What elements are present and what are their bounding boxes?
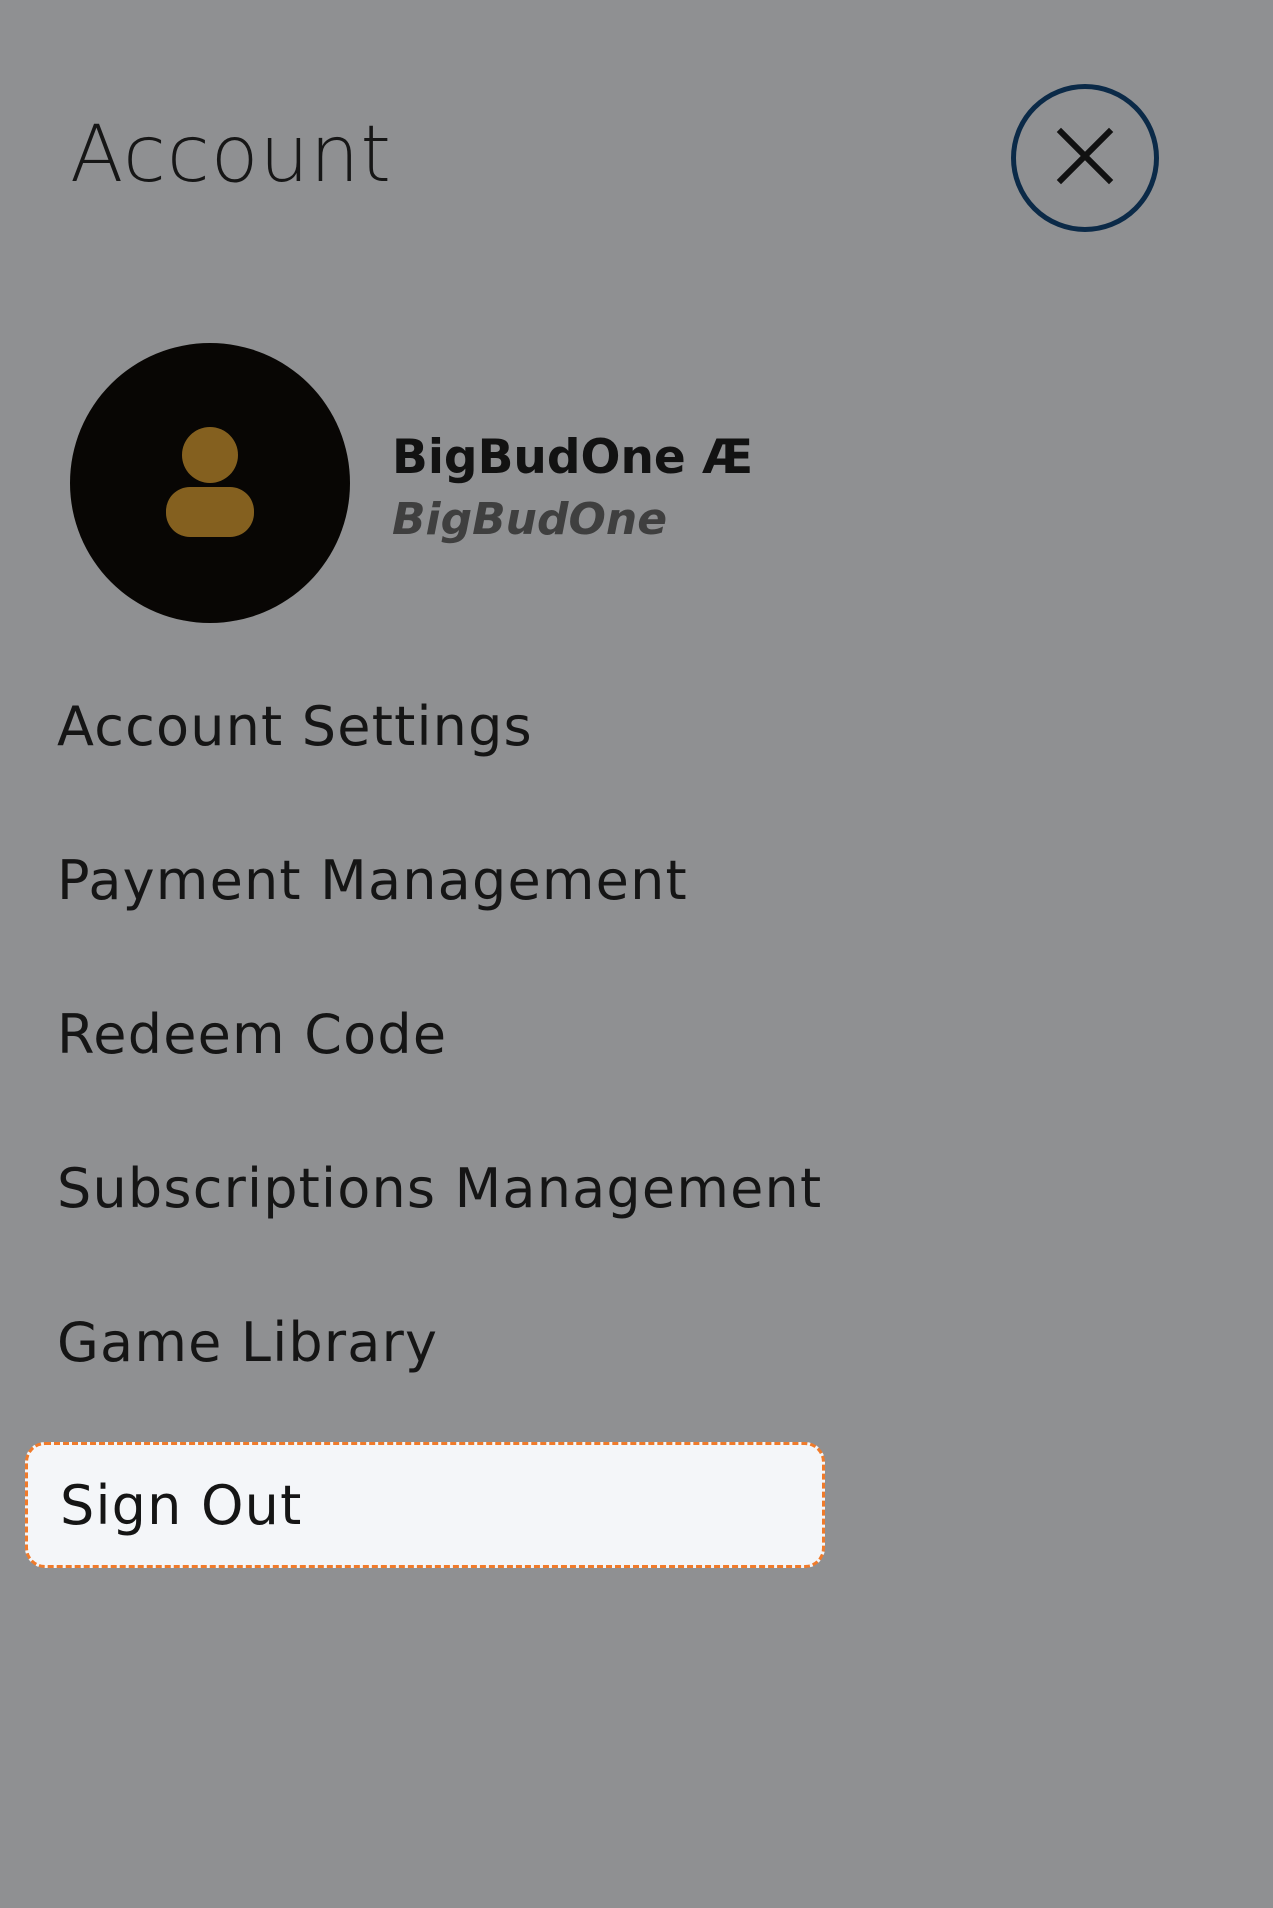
menu-item-game-library[interactable]: Game Library [25, 1279, 825, 1405]
close-icon [1053, 124, 1117, 192]
profile-online-id: BigBudOne [392, 494, 668, 545]
avatar [70, 343, 350, 623]
page-title: Account [70, 110, 392, 200]
user-icon [162, 423, 258, 543]
menu-item-redeem-code[interactable]: Redeem Code [25, 971, 825, 1097]
close-button[interactable] [1011, 84, 1159, 232]
profile-display-name: BigBudOne Æ [392, 430, 754, 485]
menu-item-payment-management[interactable]: Payment Management [25, 817, 825, 943]
menu-item-subscriptions-management[interactable]: Subscriptions Management [25, 1125, 825, 1251]
menu-item-account-settings[interactable]: Account Settings [25, 663, 825, 789]
menu-item-sign-out[interactable]: Sign Out [25, 1442, 825, 1568]
